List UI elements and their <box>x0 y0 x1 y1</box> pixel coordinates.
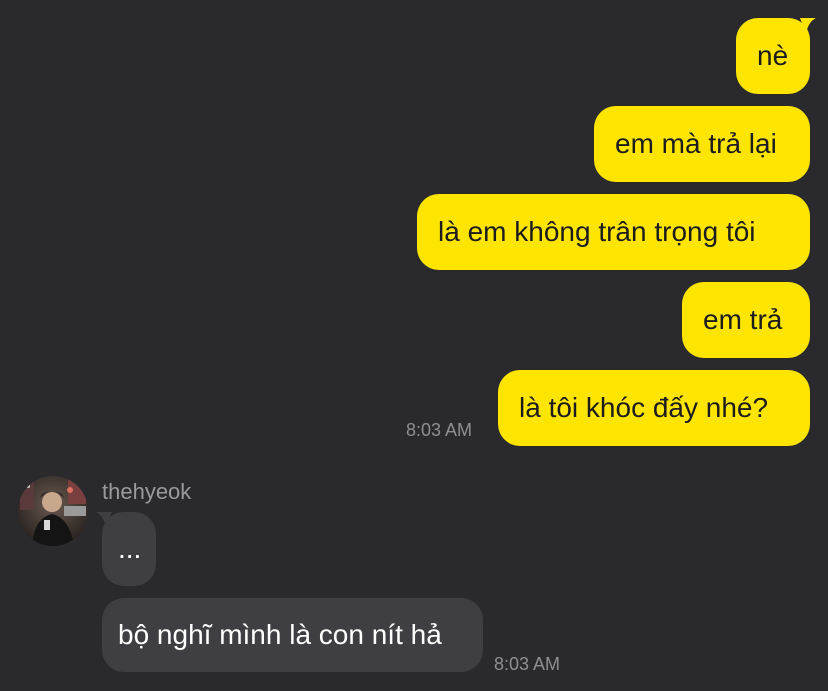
message-text: bộ nghĩ mình là con nít hả <box>118 619 442 650</box>
message-text: là tôi khóc đấy nhé? <box>519 392 769 423</box>
chat-view: nè em mà trả lại là em không trân trọng … <box>0 0 828 691</box>
message-text: em trả <box>703 304 783 335</box>
sender-name: thehyeok <box>102 479 192 504</box>
outgoing-message[interactable]: là em không trân trọng tôi <box>417 194 810 270</box>
avatar[interactable] <box>18 476 88 546</box>
outgoing-message[interactable]: là tôi khóc đấy nhé? <box>498 370 810 446</box>
message-text: em mà trả lại <box>615 128 777 159</box>
profile-photo-icon <box>18 476 88 546</box>
message-text: ... <box>118 533 142 564</box>
message-text: nè <box>757 40 789 71</box>
outgoing-timestamp: 8:03 AM <box>406 420 473 440</box>
outgoing-message[interactable]: em mà trả lại <box>594 106 810 182</box>
incoming-timestamp: 8:03 AM <box>494 654 561 674</box>
incoming-message[interactable]: bộ nghĩ mình là con nít hả <box>102 598 483 672</box>
incoming-message[interactable]: ... <box>96 512 156 586</box>
outgoing-message[interactable]: em trả <box>682 282 810 358</box>
bubble-tail-icon <box>96 512 112 528</box>
bubble-tail-icon <box>800 18 816 34</box>
outgoing-message[interactable]: nè <box>736 18 816 94</box>
message-text: là em không trân trọng tôi <box>438 216 756 247</box>
